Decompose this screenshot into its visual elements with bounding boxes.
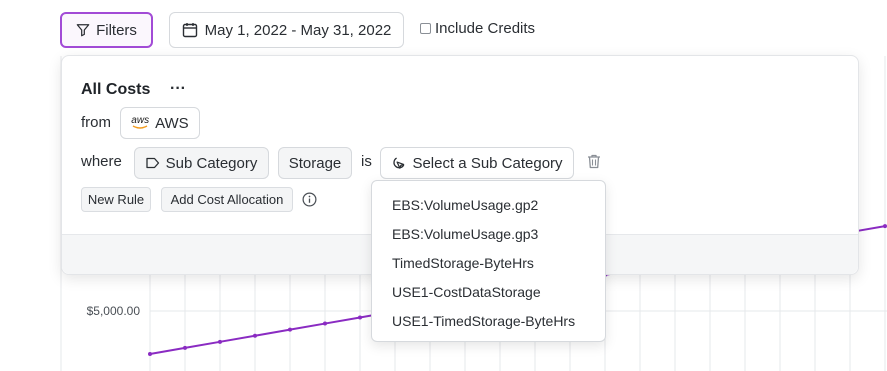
include-credits-label: Include Credits bbox=[435, 20, 536, 37]
from-label: from bbox=[81, 114, 111, 131]
panel-title: All Costs bbox=[81, 81, 151, 98]
new-rule-button[interactable]: New Rule bbox=[81, 187, 151, 212]
operator-label: is bbox=[361, 153, 372, 170]
where-label: where bbox=[81, 153, 122, 170]
dropdown-option[interactable]: USE1-CostDataStorage bbox=[392, 284, 541, 300]
data-point bbox=[148, 352, 152, 356]
date-range-button[interactable]: May 1, 2022 - May 31, 2022 bbox=[169, 12, 404, 48]
data-point bbox=[883, 224, 887, 229]
data-point bbox=[288, 327, 292, 332]
subcategory-dropdown: EBS:VolumeUsage.gp2 EBS:VolumeUsage.gp3 … bbox=[371, 180, 606, 342]
data-point bbox=[358, 315, 362, 320]
cursor-click-icon bbox=[393, 156, 405, 169]
source-label: AWS bbox=[155, 114, 189, 132]
date-range-label: May 1, 2022 - May 31, 2022 bbox=[204, 21, 392, 39]
source-aws-chip[interactable]: aws AWS bbox=[120, 107, 200, 139]
include-credits-toggle[interactable]: Include Credits bbox=[420, 20, 535, 37]
y-tick-label: $5,000.00 bbox=[87, 304, 141, 318]
dropdown-option[interactable]: USE1-TimedStorage-ByteHrs bbox=[392, 313, 575, 329]
data-point bbox=[323, 321, 327, 326]
dimension-chip[interactable]: Sub Category bbox=[134, 147, 269, 179]
data-point bbox=[183, 345, 187, 350]
category-value-chip[interactable]: Storage bbox=[278, 147, 352, 179]
dropdown-option[interactable]: EBS:VolumeUsage.gp3 bbox=[392, 226, 538, 242]
add-cost-allocation-button[interactable]: Add Cost Allocation bbox=[161, 187, 293, 212]
subcategory-placeholder: Select a Sub Category bbox=[412, 154, 563, 172]
dropdown-option[interactable]: TimedStorage-ByteHrs bbox=[392, 255, 534, 271]
toolbar: Filters May 1, 2022 - May 31, 2022 Inclu… bbox=[0, 0, 887, 56]
more-options-icon[interactable]: ··· bbox=[170, 80, 186, 98]
filters-button[interactable]: Filters bbox=[60, 12, 153, 48]
aws-logo-icon: aws bbox=[131, 114, 150, 129]
calendar-icon bbox=[182, 23, 197, 38]
trash-icon[interactable] bbox=[587, 154, 601, 169]
tag-icon bbox=[145, 157, 159, 169]
filter-icon bbox=[76, 24, 90, 37]
info-icon[interactable] bbox=[302, 192, 317, 207]
dropdown-option[interactable]: EBS:VolumeUsage.gp2 bbox=[392, 197, 538, 213]
data-point bbox=[253, 333, 257, 338]
category-value-label: Storage bbox=[288, 154, 342, 172]
dimension-label: Sub Category bbox=[165, 154, 258, 172]
subcategory-select[interactable]: Select a Sub Category bbox=[380, 147, 574, 179]
data-point bbox=[218, 339, 222, 344]
filters-label: Filters bbox=[96, 21, 137, 39]
include-credits-checkbox[interactable] bbox=[420, 23, 431, 34]
